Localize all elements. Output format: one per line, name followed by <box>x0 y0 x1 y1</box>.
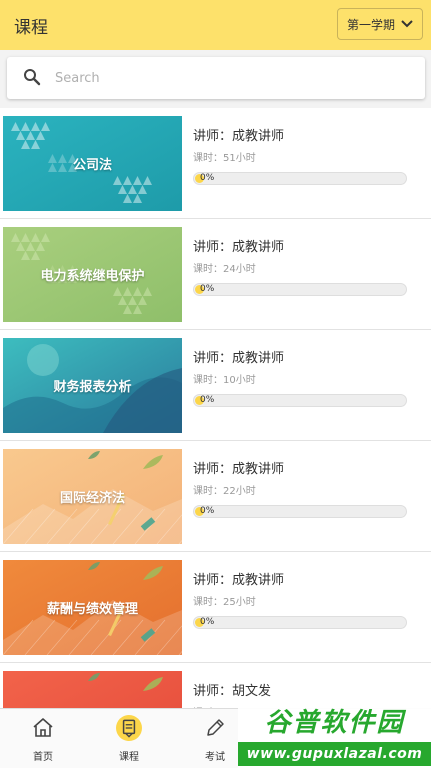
home-icon <box>33 718 53 737</box>
page-title: 课程 <box>14 18 48 38</box>
course-title: 电力系统继电保护 <box>40 269 145 284</box>
course-progress-bar: 0% <box>193 172 407 185</box>
course-hours: 课时：22小时 <box>193 486 256 497</box>
course-item[interactable]: 薪酬与绩效管理 讲师：成教讲师课时：25小时 0% <box>0 552 431 663</box>
chevron-down-icon <box>401 20 413 28</box>
course-progress-bar: 0% <box>193 616 407 629</box>
course-item[interactable]: 公司法 讲师：成教讲师课时：51小时 0% <box>0 108 431 219</box>
course-hours: 课时：25小时 <box>193 597 256 608</box>
term-select-value: 第一学期 <box>346 17 395 32</box>
course-teacher: 讲师：成教讲师 <box>193 573 285 588</box>
search-input[interactable] <box>55 67 395 89</box>
course-teacher: 讲师：成教讲师 <box>193 240 285 255</box>
progress-label: 0% <box>200 173 215 183</box>
course-title: 国际经济法 <box>59 491 125 506</box>
course-teacher: 讲师：成教讲师 <box>193 351 285 366</box>
course-item[interactable]: 国际经济法 讲师：成教讲师课时：22小时 0% <box>0 441 431 552</box>
progress-label: 0% <box>200 617 215 627</box>
watermark-url: www.gupuxlazal.com <box>246 746 423 762</box>
course-icon <box>116 715 142 741</box>
search-box[interactable] <box>7 57 425 99</box>
course-teacher: 讲师：胡文发 <box>193 684 272 699</box>
term-select[interactable]: 第一学期 <box>337 8 423 40</box>
course-thumbnail[interactable]: 国际经济法 <box>3 449 182 544</box>
pencil-icon <box>207 719 224 736</box>
watermark-logo: 谷普软件园 <box>264 707 405 738</box>
course-list: 公司法 讲师：成教讲师 课时：51小时 0% 电力系统继电保护 讲师：成教讲师 课时：24小… <box>0 108 431 768</box>
course-teacher: 讲师：成教讲师 <box>193 129 285 144</box>
course-hours: 课时：51小时 <box>193 153 256 164</box>
course-thumbnail[interactable]: 电力系统继电保护 <box>3 227 182 322</box>
course-title: 薪酬与绩效管理 <box>46 602 138 617</box>
progress-label: 0% <box>200 506 215 516</box>
course-title: 公司法 <box>72 158 112 173</box>
course-thumbnail[interactable]: 薪酬与绩效管理 <box>3 560 182 655</box>
course-teacher: 讲师：成教讲师 <box>193 462 285 477</box>
tab-course-label: 课程 <box>119 752 139 763</box>
search-icon[interactable] <box>23 68 41 86</box>
course-thumbnail[interactable]: 财务报表分析 <box>3 338 182 433</box>
progress-label: 0% <box>200 395 215 405</box>
course-item[interactable]: 电力系统继电保护 讲师：成教讲师课时：24小时 0% <box>0 219 431 330</box>
course-thumbnail[interactable]: 公司法 <box>3 116 182 211</box>
course-hours: 课时：10小时 <box>193 375 256 386</box>
app-header: 课程 第一学期 <box>0 0 431 50</box>
tab-home-label: 首页 <box>33 752 53 763</box>
course-hours: 课时：24小时 <box>193 264 256 275</box>
progress-label: 0% <box>200 284 215 294</box>
tab-course[interactable]: 课程 <box>86 709 172 768</box>
course-progress-bar: 0% <box>193 394 407 407</box>
course-title: 财务报表分析 <box>53 380 132 395</box>
course-progress-bar: 0% <box>193 283 407 296</box>
course-progress-bar: 0% <box>193 505 407 518</box>
course-item[interactable]: 财务报表分析 讲师：成教讲师课时：10小时 0% <box>0 330 431 441</box>
watermark: 谷普软件园 www.gupuxlazal.com <box>238 700 431 768</box>
search-bar <box>0 50 431 108</box>
tab-home[interactable]: 首页 <box>0 709 86 768</box>
